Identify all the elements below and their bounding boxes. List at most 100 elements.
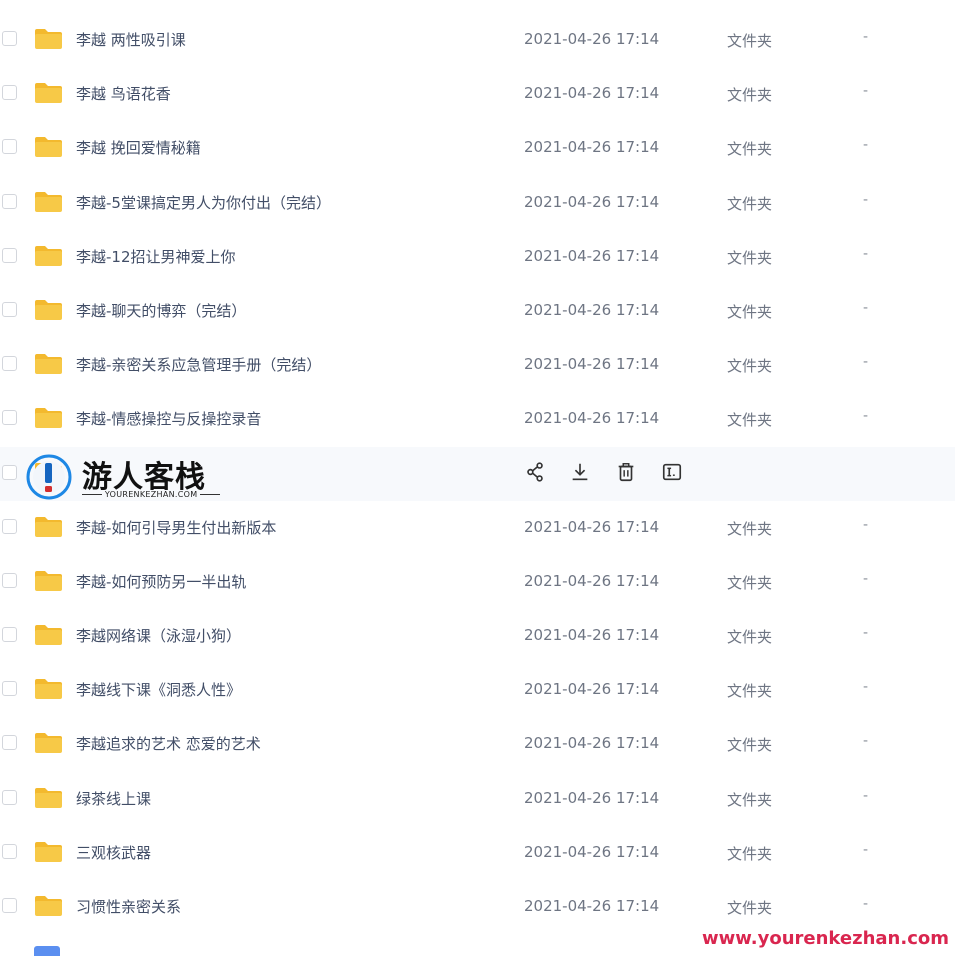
- file-row[interactable]: 李越线下课《洞悉人性》2021-04-26 17:14文件夹-: [0, 663, 955, 717]
- file-type: 文件夹: [727, 680, 772, 701]
- row-checkbox[interactable]: [2, 465, 17, 480]
- file-name[interactable]: 李越-如何引导男生付出新版本: [76, 517, 276, 538]
- file-name[interactable]: 李越 挽回爱情秘籍: [76, 137, 201, 158]
- modified-date: 2021-04-26 17:14: [524, 301, 659, 319]
- folder-icon: [34, 82, 63, 104]
- file-name[interactable]: 李越-聊天的博弈（完结）: [76, 300, 246, 321]
- file-size: -: [863, 788, 868, 804]
- file-row[interactable]: 绿茶线上课2021-04-26 17:14文件夹-: [0, 772, 955, 826]
- modified-date: 2021-04-26 17:14: [524, 843, 659, 861]
- file-row[interactable]: 李越-如何预防另一半出轨2021-04-26 17:14文件夹-: [0, 555, 955, 609]
- file-name[interactable]: 李越线下课《洞悉人性》: [76, 679, 241, 700]
- watermark-subtitle: YOURENKEZHAN.COM: [82, 490, 220, 499]
- folder-icon: [34, 841, 63, 863]
- file-size: -: [863, 192, 868, 208]
- rename-button[interactable]: [661, 461, 685, 485]
- file-row[interactable]: 李越-亲密关系应急管理手册（完结）2021-04-26 17:14文件夹-: [0, 338, 955, 392]
- file-name[interactable]: 李越-亲密关系应急管理手册（完结）: [76, 354, 321, 375]
- row-checkbox[interactable]: [2, 194, 17, 209]
- file-row[interactable]: 李越-12招让男神爱上你 2021-04-26 17:14 文件夹 -: [0, 230, 955, 284]
- file-row[interactable]: 李越-5堂课搞定男人为你付出（完结）2021-04-26 17:14文件夹-: [0, 176, 955, 230]
- folder-icon: [34, 732, 63, 754]
- modified-date: 2021-04-26 17:14: [524, 680, 659, 698]
- folder-icon: [34, 245, 63, 267]
- row-checkbox[interactable]: [2, 31, 17, 46]
- file-type: 文件夹: [727, 626, 772, 647]
- modified-date: 2021-04-26 17:14: [524, 897, 659, 915]
- file-name[interactable]: 李越-12招让男神爱上你: [76, 246, 236, 267]
- row-checkbox[interactable]: [2, 627, 17, 642]
- file-name[interactable]: 李越网络课（泳湿小狗）: [76, 625, 241, 646]
- file-row[interactable]: 李越-如何引导男生付出新版本2021-04-26 17:14文件夹-: [0, 501, 955, 555]
- row-checkbox[interactable]: [2, 302, 17, 317]
- file-row[interactable]: 李越 鸟语花香 2021-04-26 17:14 文件夹 -: [0, 67, 955, 121]
- row-checkbox[interactable]: [2, 735, 17, 750]
- file-type: 文件夹: [727, 30, 772, 51]
- download-button[interactable]: [569, 461, 593, 485]
- file-size: -: [863, 83, 868, 99]
- delete-button[interactable]: [615, 461, 639, 485]
- row-checkbox[interactable]: [2, 410, 17, 425]
- row-checkbox[interactable]: [2, 573, 17, 588]
- modified-date: 2021-04-26 17:14: [524, 572, 659, 590]
- rename-icon: [661, 468, 683, 487]
- folder-icon: [34, 624, 63, 646]
- modified-date: 2021-04-26 17:14: [524, 355, 659, 373]
- row-checkbox[interactable]: [2, 681, 17, 696]
- folder-icon: [34, 516, 63, 538]
- file-name[interactable]: 李越-如何预防另一半出轨: [76, 571, 246, 592]
- row-checkbox[interactable]: [2, 356, 17, 371]
- file-type: 文件夹: [727, 138, 772, 159]
- modified-date: 2021-04-26 17:14: [524, 84, 659, 102]
- file-type: 文件夹: [727, 409, 772, 430]
- file-row[interactable]: 李越网络课（泳湿小狗）2021-04-26 17:14文件夹-: [0, 609, 955, 663]
- file-name[interactable]: 李越 鸟语花香: [76, 83, 171, 104]
- file-name[interactable]: 李越-情感操控与反操控录音: [76, 408, 261, 429]
- file-row[interactable]: 李越 两性吸引课2021-04-26 17:14文件夹-: [0, 13, 955, 67]
- file-type: 文件夹: [727, 355, 772, 376]
- file-row[interactable]: 李越-聊天的博弈（完结） 2021-04-26 17:14 文件夹 -: [0, 284, 955, 338]
- file-name[interactable]: 习惯性亲密关系: [76, 896, 181, 917]
- row-checkbox[interactable]: [2, 844, 17, 859]
- folder-icon: [34, 353, 63, 375]
- file-type: 文件夹: [727, 301, 772, 322]
- share-button[interactable]: [524, 461, 548, 485]
- file-size: -: [863, 896, 868, 912]
- row-checkbox[interactable]: [2, 790, 17, 805]
- file-type: 文件夹: [727, 84, 772, 105]
- watermark-logo: 游人客栈 YOURENKEZHAN.COM: [24, 452, 214, 504]
- file-size: -: [863, 842, 868, 858]
- file-name[interactable]: 李越 两性吸引课: [76, 29, 186, 50]
- folder-icon: [34, 570, 63, 592]
- file-name[interactable]: 李越-5堂课搞定男人为你付出（完结）: [76, 192, 331, 213]
- modified-date: 2021-04-26 17:14: [524, 138, 659, 156]
- file-row[interactable]: 李越追求的艺术 恋爱的艺术2021-04-26 17:14文件夹-: [0, 717, 955, 771]
- row-checkbox[interactable]: [2, 85, 17, 100]
- file-row[interactable]: 习惯性亲密关系 2021-04-26 17:14 文件夹 -: [0, 880, 955, 934]
- file-row[interactable]: 李越-情感操控与反操控录音2021-04-26 17:14文件夹-: [0, 392, 955, 446]
- row-checkbox[interactable]: [2, 898, 17, 913]
- file-size: -: [863, 29, 868, 45]
- folder-icon: [34, 895, 63, 917]
- folder-icon: [34, 191, 63, 213]
- row-checkbox[interactable]: [2, 519, 17, 534]
- file-type: 文件夹: [727, 897, 772, 918]
- row-checkbox[interactable]: [2, 248, 17, 263]
- watermark-emblem-icon: [26, 454, 72, 500]
- file-size: -: [863, 300, 868, 316]
- file-name[interactable]: 绿茶线上课: [76, 788, 151, 809]
- modified-date: 2021-04-26 17:14: [524, 518, 659, 536]
- file-name[interactable]: 李越追求的艺术 恋爱的艺术: [76, 733, 261, 754]
- file-size: -: [863, 246, 868, 262]
- list-top-edge: [0, 0, 955, 13]
- file-size: -: [863, 408, 868, 424]
- file-type: 文件夹: [727, 734, 772, 755]
- modified-date: 2021-04-26 17:14: [524, 247, 659, 265]
- modified-date: 2021-04-26 17:14: [524, 193, 659, 211]
- file-row[interactable]: 李越 挽回爱情秘籍2021-04-26 17:14文件夹-: [0, 121, 955, 175]
- file-type: 文件夹: [727, 247, 772, 268]
- folder-icon: [34, 136, 63, 158]
- file-name[interactable]: 三观核武器: [76, 842, 151, 863]
- row-checkbox[interactable]: [2, 139, 17, 154]
- file-row[interactable]: 三观核武器2021-04-26 17:14文件夹-: [0, 826, 955, 880]
